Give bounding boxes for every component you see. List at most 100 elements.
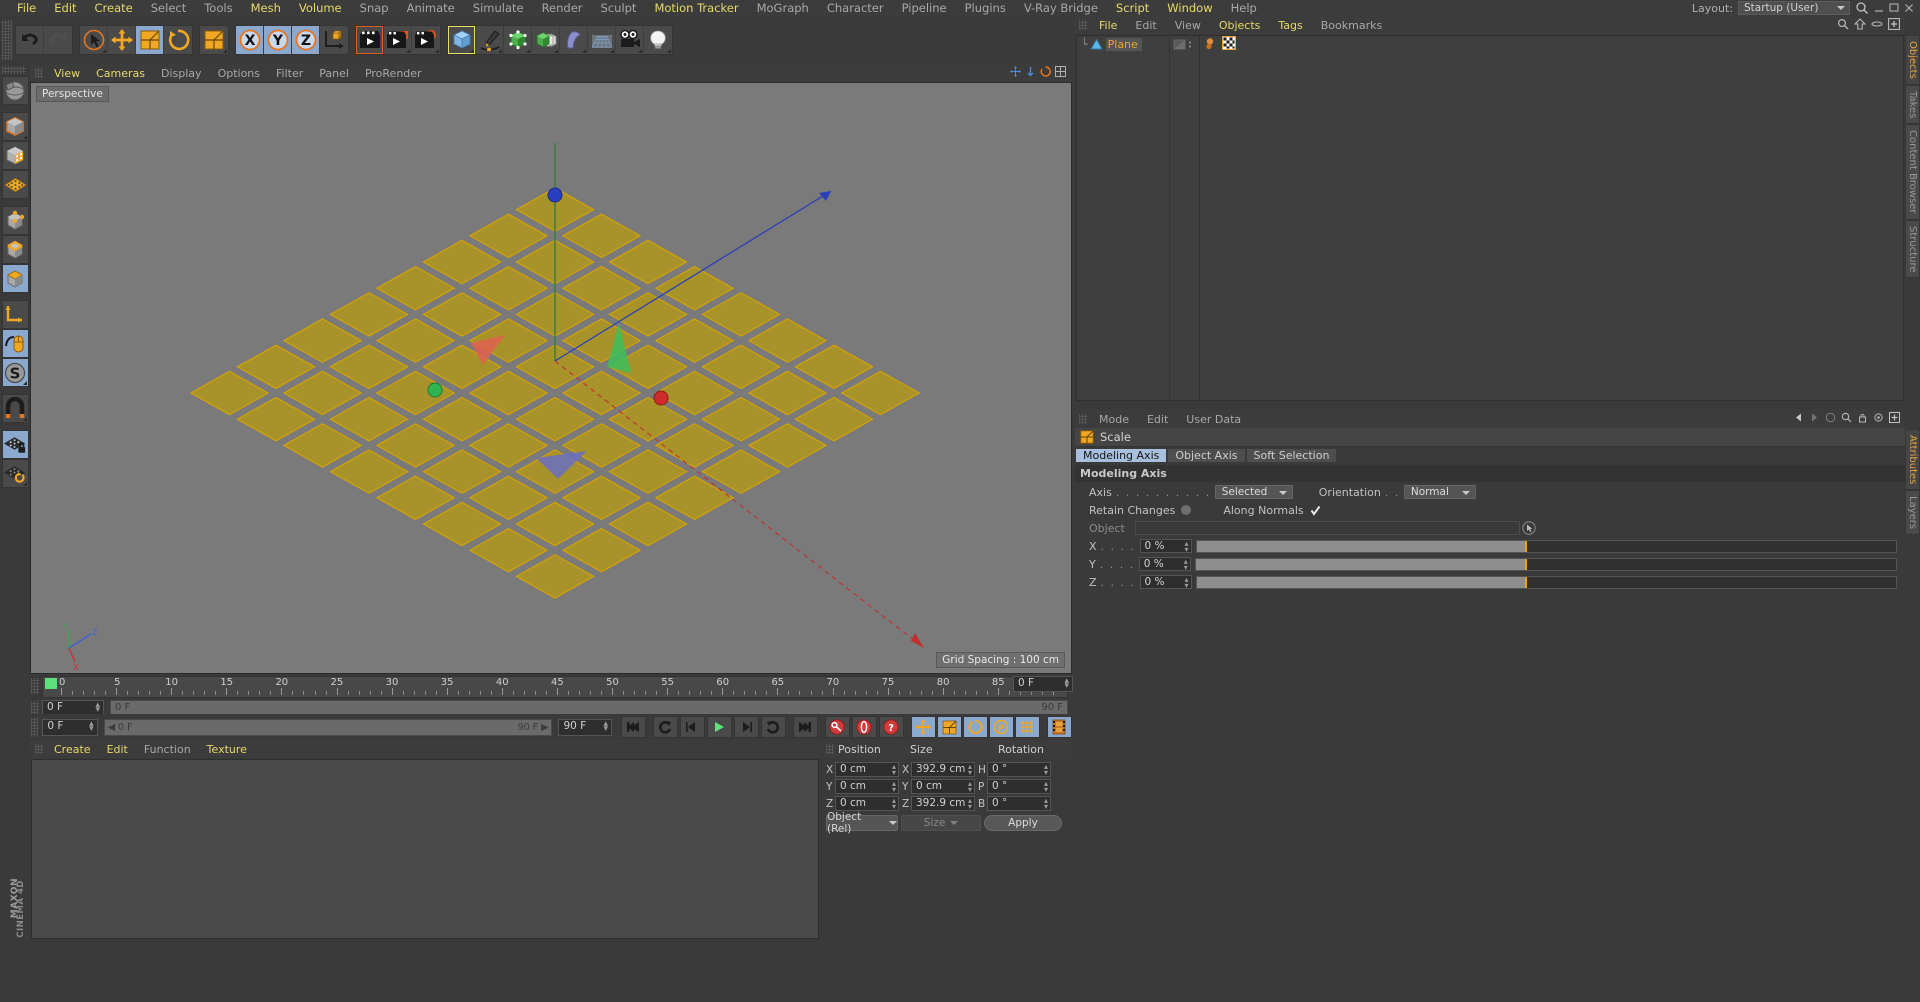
add-light-button[interactable] [644, 26, 672, 54]
menu-item-script[interactable]: Script [1107, 0, 1158, 16]
key-rotation-button[interactable] [962, 716, 988, 738]
slider-track-x[interactable] [1195, 539, 1897, 553]
slider-value-field-z[interactable]: 0 % ▴ ▾ [1139, 575, 1192, 590]
vtab-content-browser[interactable]: Content Browser [1905, 124, 1920, 220]
coord-rot-field-1[interactable]: 0 ° ▴ ▾ [987, 779, 1051, 794]
mode-texture[interactable] [1, 141, 29, 170]
next-key-button[interactable] [760, 716, 786, 738]
vtab-layers[interactable]: Layers [1905, 490, 1920, 536]
timeline-scrollbar[interactable]: 0 F 90 F [110, 700, 1068, 715]
slider-value-field-y[interactable]: 0 % ▴ ▾ [1138, 557, 1191, 572]
spinner-icon[interactable]: ▴ ▾ [89, 719, 94, 733]
axis-select[interactable]: Selected [1214, 485, 1293, 499]
viewport-menu-display[interactable]: Display [153, 67, 210, 80]
attribute-tab-object-axis[interactable]: Object Axis [1167, 448, 1246, 463]
menu-item-pipeline[interactable]: Pipeline [893, 0, 956, 16]
mode-model[interactable] [1, 112, 29, 141]
layout-select[interactable]: Startup (User) [1738, 1, 1850, 15]
pick-object-icon[interactable] [1522, 521, 1536, 535]
lock-z-button[interactable]: Z [292, 26, 320, 54]
world-coords-button[interactable] [320, 26, 348, 54]
material-menu-create[interactable]: Create [46, 743, 99, 756]
size-mode-select[interactable]: Size [901, 815, 981, 831]
object-row-plane[interactable]: └ Plane [1077, 35, 1903, 53]
attribute-menu-grip[interactable] [1079, 414, 1087, 424]
scale-alt-button[interactable] [200, 26, 228, 54]
slider-track-z[interactable] [1195, 575, 1897, 589]
preview-range-bar[interactable]: ◀ 0 F 90 F ▶ [103, 718, 553, 736]
lock-y-button[interactable]: Y [264, 26, 292, 54]
mode-edges[interactable] [1, 235, 29, 264]
keyframe-help-button[interactable]: ? [878, 716, 904, 738]
previous-key-button[interactable] [652, 716, 678, 738]
spinner-icon[interactable]: ▴ ▾ [1185, 540, 1189, 554]
coord-size-field-2[interactable]: 392.9 cm ▴ ▾ [911, 796, 975, 811]
close-icon[interactable] [1904, 3, 1914, 13]
current-frame-field[interactable]: 0 F ▴ ▾ [42, 700, 104, 715]
add-spline-button[interactable] [476, 26, 504, 54]
object-menu-view[interactable]: View [1166, 19, 1210, 32]
play-button[interactable] [706, 716, 732, 738]
left-palette-grip[interactable] [1, 66, 26, 74]
preview-min-field[interactable]: 0 F ▴ ▾ [42, 718, 98, 736]
menu-item-mograph[interactable]: MoGraph [748, 0, 818, 16]
slider-knob[interactable] [1524, 558, 1527, 570]
object-menu-objects[interactable]: Objects [1210, 19, 1270, 32]
slider-track-y[interactable] [1194, 557, 1897, 571]
go-to-end-button[interactable] [792, 716, 818, 738]
along-normals-checkbox[interactable] [1310, 505, 1321, 516]
add-cube-button[interactable] [448, 26, 476, 54]
rotate-tool-button[interactable] [164, 26, 192, 54]
timebar-grip[interactable] [31, 701, 39, 715]
spinner-icon[interactable]: ▴ ▾ [1044, 797, 1048, 811]
preview-max-field[interactable]: 0 F ▴ ▾ [1013, 676, 1073, 692]
add-array-button[interactable] [532, 26, 560, 54]
menu-item-simulate[interactable]: Simulate [464, 0, 533, 16]
vtab-takes[interactable]: Takes [1905, 84, 1920, 125]
material-sphere-icon[interactable] [1205, 37, 1219, 53]
viewport-menu-options[interactable]: Options [210, 67, 268, 80]
render-view-button[interactable] [356, 26, 384, 54]
vtab-objects[interactable]: Objects [1905, 35, 1920, 85]
scale-tool-button[interactable] [136, 26, 164, 54]
tool-viewport-solo[interactable] [1, 329, 29, 358]
menu-item-animate[interactable]: Animate [398, 0, 464, 16]
add-generator-button[interactable] [504, 26, 532, 54]
coord-size-field-0[interactable]: 392.9 cm ▴ ▾ [911, 762, 975, 777]
new-layer-icon[interactable] [1888, 18, 1900, 33]
apply-button[interactable]: Apply [984, 815, 1062, 831]
add-camera-button[interactable] [616, 26, 644, 54]
material-list[interactable] [31, 759, 819, 939]
tool-workplane-lock[interactable] [1, 430, 29, 459]
select-tool-button[interactable] [80, 26, 108, 54]
menu-item-plugins[interactable]: Plugins [956, 0, 1015, 16]
current-frame-marker[interactable] [45, 678, 57, 689]
material-menu-grip[interactable] [35, 744, 43, 754]
object-menu-tags[interactable]: Tags [1269, 19, 1311, 32]
minimize-icon[interactable] [1874, 3, 1884, 13]
key-pla-button[interactable] [1014, 716, 1040, 738]
viewport-menu-prorender[interactable]: ProRender [357, 67, 430, 80]
viewport-scale-icon[interactable] [1025, 66, 1036, 80]
coord-size-field-1[interactable]: 0 cm ▴ ▾ [911, 779, 975, 794]
render-region-button[interactable] [384, 26, 412, 54]
attribute-tab-modeling-axis[interactable]: Modeling Axis [1075, 448, 1168, 463]
redo-button[interactable] [44, 26, 72, 54]
playbar-grip[interactable] [31, 717, 39, 737]
menu-item-create[interactable]: Create [86, 0, 142, 16]
object-menu-edit[interactable]: Edit [1126, 19, 1165, 32]
add-environment-button[interactable] [588, 26, 616, 54]
lock-x-button[interactable]: X [236, 26, 264, 54]
menu-item-select[interactable]: Select [142, 0, 195, 16]
menu-item-window[interactable]: Window [1158, 0, 1221, 16]
viewport-move-icon[interactable] [1010, 66, 1021, 80]
filter-ellipse-icon[interactable] [1871, 18, 1883, 33]
go-to-start-button[interactable] [620, 716, 646, 738]
coord-pos-field-2[interactable]: 0 cm ▴ ▾ [835, 796, 899, 811]
material-menu-function[interactable]: Function [136, 743, 199, 756]
key-selection-button[interactable] [1046, 716, 1072, 738]
spinner-icon[interactable]: ▴ ▾ [968, 780, 972, 794]
checker-texture-icon[interactable] [1221, 35, 1237, 53]
coord-rot-field-2[interactable]: 0 ° ▴ ▾ [987, 796, 1051, 811]
viewport-menu-grip[interactable] [35, 68, 43, 78]
